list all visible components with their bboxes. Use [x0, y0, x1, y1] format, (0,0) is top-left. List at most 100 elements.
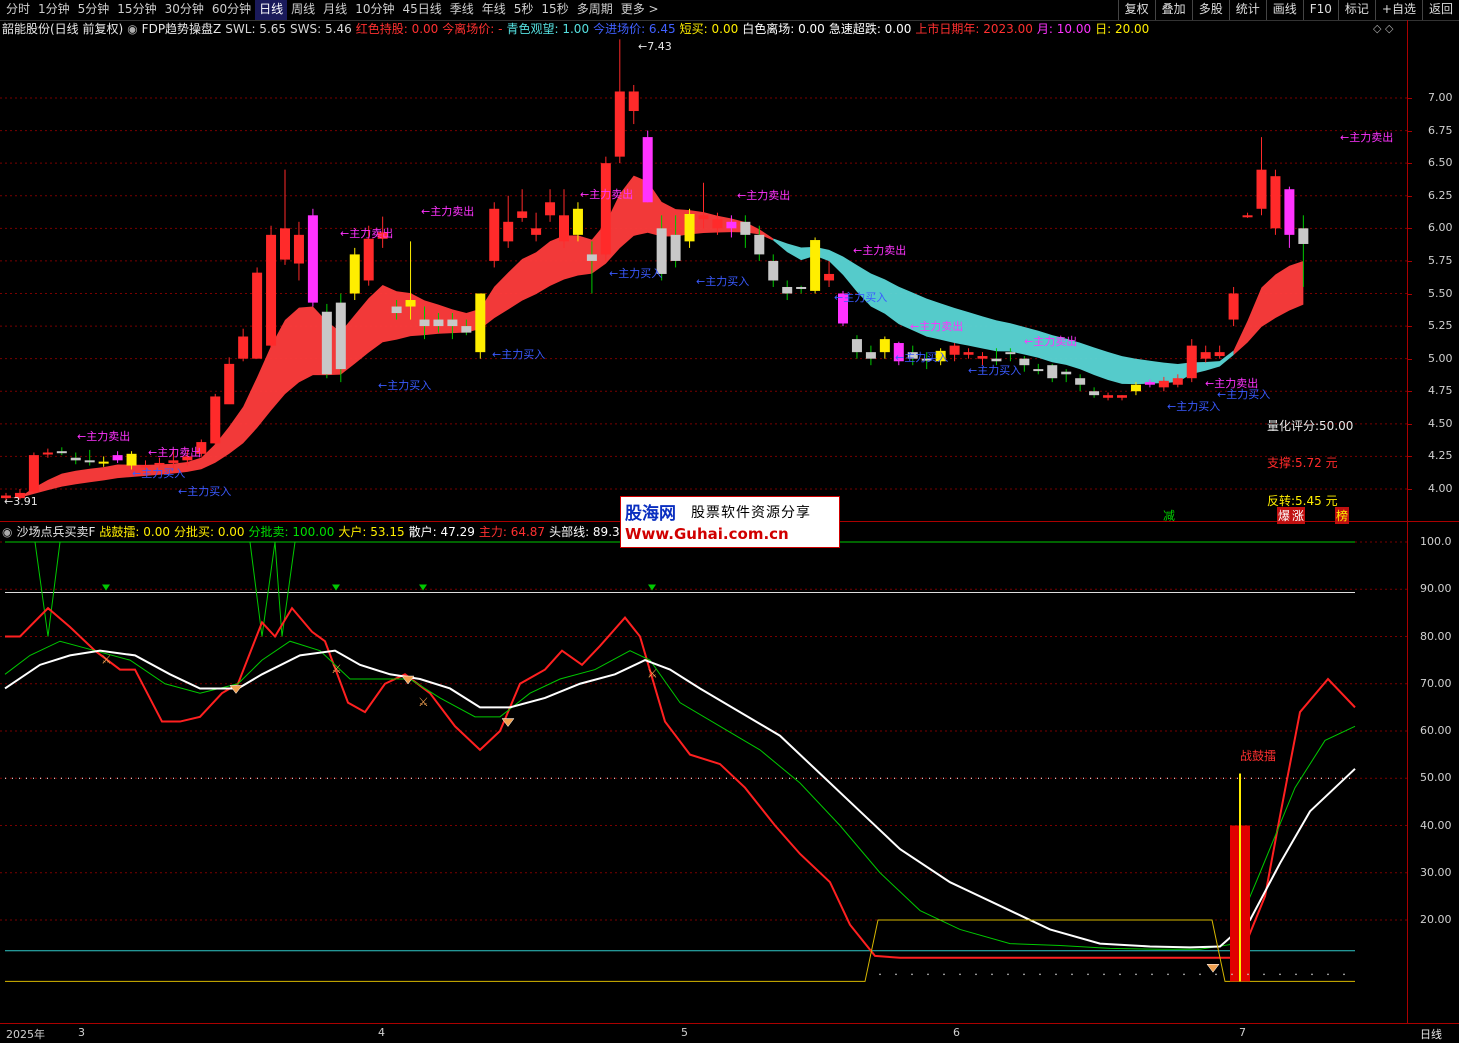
candle-body	[363, 238, 374, 281]
sell-signal: ←主力卖出	[1024, 335, 1078, 348]
date-june: 6	[953, 1026, 960, 1039]
bottom-dot	[1119, 973, 1121, 976]
trend-band-red-2	[1233, 260, 1304, 356]
price-tick: 6.50	[1428, 156, 1453, 170]
candle-body	[391, 306, 402, 314]
tool-button-1[interactable]: 叠加	[1154, 0, 1192, 20]
candle-body	[572, 208, 583, 235]
period-tag[interactable]: 日线	[1420, 1026, 1442, 1042]
buy-signal: ←主力买入	[834, 291, 888, 304]
tab-period-7[interactable]: 周线	[287, 0, 319, 20]
watermark-url: Www.Guhai.com.cn	[625, 525, 789, 543]
runner-icon: ⚔	[418, 695, 429, 709]
tab-period-11[interactable]: 季线	[446, 0, 478, 20]
candle-body	[670, 234, 681, 261]
tab-period-13[interactable]: 5秒	[510, 0, 538, 20]
bottom-dot	[1007, 973, 1009, 976]
tab-period-15[interactable]: 多周期	[573, 0, 617, 20]
candle-body	[1033, 369, 1044, 372]
buy-signal: ←主力买入	[132, 467, 186, 480]
candle-body	[614, 91, 625, 157]
tab-period-2[interactable]: 5分钟	[74, 0, 114, 20]
bottom-dot	[1039, 973, 1041, 976]
price-tick: 6.00	[1428, 221, 1453, 235]
price-tick: 5.25	[1428, 319, 1453, 333]
tab-period-1[interactable]: 1分钟	[34, 0, 74, 20]
tool-button-0[interactable]: 复权	[1117, 0, 1155, 20]
candle-body	[1103, 395, 1114, 398]
bottom-dot	[1103, 973, 1105, 976]
tab-period-12[interactable]: 年线	[478, 0, 510, 20]
watermark-slogan: 股票软件资源分享	[691, 505, 811, 521]
candle-body	[56, 451, 67, 454]
candle-body	[98, 461, 109, 464]
candle-body	[335, 302, 346, 370]
candle-body	[405, 300, 416, 307]
candle-body	[70, 457, 81, 461]
candle-body	[1005, 352, 1016, 355]
candle-body	[754, 234, 765, 255]
watermark-brand: 股海网	[625, 504, 676, 524]
runner-icon: ⚔	[647, 667, 658, 681]
buy-signal: ←主力买入	[1167, 400, 1221, 413]
candle-body	[1089, 391, 1100, 396]
tool-button-7[interactable]: +自选	[1374, 0, 1422, 20]
tool-button-8[interactable]: 返回	[1421, 0, 1459, 20]
tool-button-4[interactable]: 画线	[1265, 0, 1303, 20]
tool-button-2[interactable]: 多股	[1191, 0, 1229, 20]
down-arrow-icon	[648, 584, 656, 591]
tag-surge: 涨	[1291, 507, 1306, 524]
tab-period-8[interactable]: 月线	[319, 0, 351, 20]
tab-period-9[interactable]: 10分钟	[351, 0, 398, 20]
candle-body	[1061, 371, 1072, 375]
sub-tick: 30.00	[1420, 865, 1452, 879]
bottom-dot	[1183, 973, 1185, 976]
date-april: 4	[378, 1026, 385, 1039]
tag-rank: 榜	[1335, 507, 1350, 524]
candle-body	[349, 254, 360, 294]
date-march: 3	[78, 1026, 85, 1039]
bottom-dot	[1295, 973, 1297, 976]
candle-body	[1172, 378, 1183, 385]
candle-body	[1228, 293, 1239, 320]
candle-body	[1270, 176, 1281, 229]
candle-body	[740, 221, 751, 235]
tool-button-5[interactable]: F10	[1302, 0, 1338, 20]
bottom-dot	[927, 973, 929, 976]
candle-body	[293, 234, 304, 264]
tab-period-4[interactable]: 30分钟	[161, 0, 208, 20]
candle-body	[1144, 382, 1155, 385]
tab-period-16[interactable]: 更多 >	[617, 0, 663, 20]
candle-body	[126, 453, 137, 466]
tab-period-14[interactable]: 15秒	[537, 0, 572, 20]
candle-body	[447, 319, 458, 327]
tab-period-3[interactable]: 15分钟	[113, 0, 160, 20]
candle-body	[977, 356, 988, 359]
candle-body	[489, 208, 500, 261]
candle-body	[586, 254, 597, 261]
candle-body	[810, 240, 821, 291]
price-tick: 4.50	[1428, 416, 1453, 430]
high-price-mark: ←7.43	[638, 40, 672, 53]
candle-body	[684, 213, 695, 242]
tab-period-10[interactable]: 45日线	[398, 0, 445, 20]
buy-signal: ←主力买入	[378, 379, 432, 392]
tab-period-5[interactable]: 60分钟	[208, 0, 255, 20]
candle-body	[963, 352, 974, 355]
candle-body	[238, 336, 249, 359]
buy-signal: ←主力买入	[609, 267, 663, 280]
tab-period-0[interactable]: 分时	[2, 0, 34, 20]
sub-tick: 80.00	[1420, 629, 1452, 643]
bottom-dot	[911, 973, 913, 976]
down-arrow-icon	[102, 584, 110, 591]
bottom-dot	[1167, 973, 1169, 976]
candle-body	[210, 396, 221, 444]
sell-signal: ←主力卖出	[910, 320, 964, 333]
tool-button-6[interactable]: 标记	[1337, 0, 1375, 20]
tool-button-3[interactable]: 统计	[1228, 0, 1266, 20]
candle-body	[1242, 215, 1253, 218]
sub-tick: 60.00	[1420, 724, 1452, 737]
sub-tick: 70.00	[1420, 676, 1452, 690]
tab-period-6[interactable]: 日线	[255, 0, 288, 20]
candle-body	[1298, 228, 1309, 244]
